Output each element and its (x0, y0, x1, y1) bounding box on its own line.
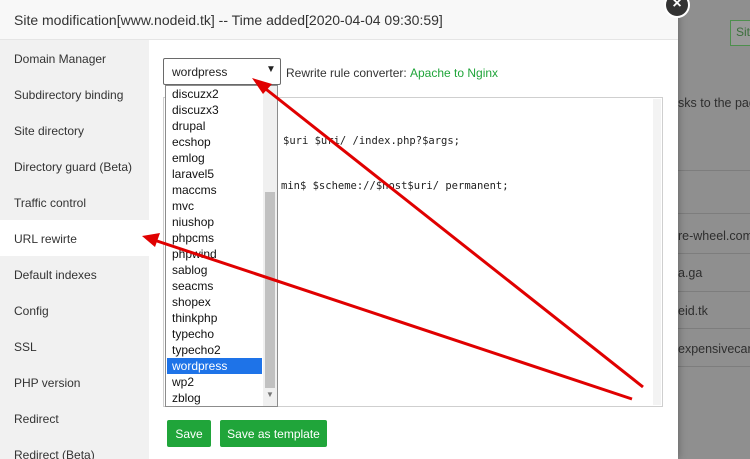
modal-title: Site modification[www.nodeid.tk] -- Time… (14, 12, 443, 28)
dropdown-option[interactable]: zblog (167, 390, 262, 406)
dropdown-scrollbar-thumb[interactable] (265, 192, 275, 388)
dropdown-option[interactable]: discuzx3 (167, 102, 262, 118)
dropdown-option[interactable]: phpcms (167, 230, 262, 246)
dropdown-option[interactable]: shopex (167, 294, 262, 310)
dropdown-option[interactable]: wp2 (167, 374, 262, 390)
dropdown-option[interactable]: emlog (167, 150, 262, 166)
sidebar-item-default-indexes[interactable]: Default indexes (0, 256, 149, 292)
chevron-down-icon[interactable]: ▼ (266, 64, 276, 75)
background-site-row: expensivecar.c (678, 342, 750, 356)
rewrite-template-select[interactable]: wordpress (163, 58, 281, 85)
sidebar-item-traffic-control[interactable]: Traffic control (0, 184, 149, 220)
dropdown-option[interactable]: laravel5 (167, 166, 262, 182)
background-divider (678, 328, 750, 329)
dropdown-option[interactable]: phpwind (167, 246, 262, 262)
dropdown-option[interactable]: mvc (167, 198, 262, 214)
dropdown-option[interactable]: drupal (167, 118, 262, 134)
sidebar-item-config[interactable]: Config (0, 292, 149, 328)
dropdown-option[interactable]: ecshop (167, 134, 262, 150)
sidebar-item-directory-guard[interactable]: Directory guard (Beta) (0, 148, 149, 184)
converter-label: Rewrite rule converter: (286, 66, 407, 80)
sidebar-item-site-directory[interactable]: Site directory (0, 112, 149, 148)
sidebar-item-domain-manager[interactable]: Domain Manager (0, 40, 149, 76)
dropdown-option[interactable]: typecho2 (167, 342, 262, 358)
background-button: Sit (730, 20, 750, 46)
dropdown-option[interactable]: niushop (167, 214, 262, 230)
sidebar-item-redirect-beta[interactable]: Redirect (Beta) (0, 436, 149, 459)
background-divider (678, 213, 750, 214)
background-divider (678, 291, 750, 292)
background-divider (678, 253, 750, 254)
apache-to-nginx-link[interactable]: Apache to Nginx (410, 66, 498, 80)
editor-scrollbar[interactable] (653, 99, 661, 405)
sidebar-item-subdirectory-binding[interactable]: Subdirectory binding (0, 76, 149, 112)
scroll-down-icon[interactable]: ▼ (266, 390, 274, 399)
background-divider (678, 170, 750, 171)
background-text: sks to the page (678, 96, 750, 110)
sidebar-item-ssl[interactable]: SSL (0, 328, 149, 364)
dropdown-option[interactable]: thinkphp (167, 310, 262, 326)
screen: Sit sks to the page re-wheel.com a.ga ei… (0, 0, 750, 459)
sidebar-item-php-version[interactable]: PHP version (0, 364, 149, 400)
dropdown-option[interactable]: discuzx2 (167, 86, 262, 102)
dropdown-option[interactable]: maccms (167, 182, 262, 198)
save-as-template-button[interactable]: Save as template (220, 420, 327, 447)
modal-header: Site modification[www.nodeid.tk] -- Time… (0, 0, 678, 40)
sidebar-item-url-rewrite[interactable]: URL rewirte (0, 220, 149, 256)
sidebar-item-redirect[interactable]: Redirect (0, 400, 149, 436)
dropdown-option[interactable]: typecho (167, 326, 262, 342)
save-button[interactable]: Save (167, 420, 211, 447)
code-line: min$ $scheme://$host$uri/ permanent; (281, 180, 509, 192)
background-site-row: eid.tk (678, 304, 708, 318)
dropdown-option[interactable]: seacms (167, 278, 262, 294)
dropdown-option[interactable]: sablog (167, 262, 262, 278)
background-site-row: a.ga (678, 266, 703, 280)
dropdown-option-selected[interactable]: wordpress (167, 358, 262, 374)
background-divider (678, 366, 750, 367)
background-site-row: re-wheel.com (678, 229, 750, 243)
code-line: $uri $uri/ /index.php?$args; (283, 135, 461, 147)
